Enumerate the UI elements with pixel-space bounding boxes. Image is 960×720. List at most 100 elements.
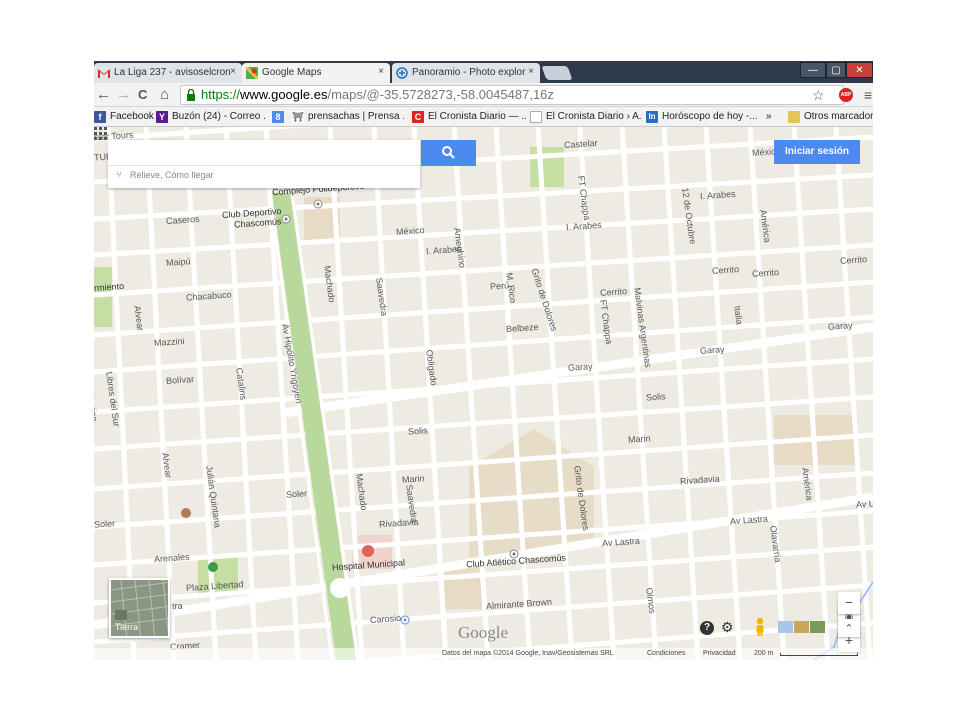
browser-window: La Liga 237 - avisoselcron × Google Maps… bbox=[94, 61, 873, 660]
layer-thumb bbox=[810, 621, 825, 633]
bookmark-prensachas[interactable]: ⛩ prensachas | Prensa ... bbox=[292, 111, 404, 124]
search-input[interactable] bbox=[108, 140, 420, 166]
map-label: Cerrito bbox=[711, 264, 740, 276]
back-icon[interactable]: ← bbox=[96, 86, 111, 104]
map-label: Cerrito bbox=[751, 267, 780, 279]
tab-google-maps[interactable]: Google Maps × bbox=[242, 63, 390, 83]
bookmark-label: prensachas | Prensa ... bbox=[308, 111, 404, 122]
map-label: Soler bbox=[94, 518, 116, 530]
map-label: México bbox=[395, 225, 425, 237]
map-label: Marin bbox=[627, 433, 651, 445]
bookmarks-bar: f Facebook Y Buzón (24) - Correo ... 8 ⛩ pr… bbox=[94, 107, 873, 127]
map-label: Cerrito bbox=[599, 286, 628, 298]
home-icon[interactable]: ⌂ bbox=[160, 86, 169, 104]
bookmark-buzon[interactable]: Y Buzón (24) - Correo ... bbox=[156, 111, 266, 124]
search-hint-link[interactable]: ⑂ Relieve, Cómo llegar bbox=[116, 170, 214, 181]
close-window-button[interactable]: ✕ bbox=[846, 62, 873, 78]
search-hint-text: Relieve, Cómo llegar bbox=[130, 170, 214, 180]
linkedin-icon: In bbox=[646, 111, 658, 123]
help-icon[interactable]: ? bbox=[700, 621, 714, 635]
layer-thumb bbox=[794, 621, 809, 633]
map-label: Maipú bbox=[165, 256, 191, 268]
search-button[interactable] bbox=[421, 140, 476, 166]
bookmark-label: Facebook bbox=[110, 111, 154, 122]
map-label: Carosio bbox=[369, 612, 402, 626]
google-icon: 8 bbox=[272, 111, 284, 123]
tab-label: Google Maps bbox=[262, 67, 322, 78]
pegman-icon[interactable] bbox=[754, 617, 766, 637]
lock-icon bbox=[187, 89, 195, 101]
earth-view-toggle[interactable]: Tierra bbox=[109, 578, 170, 638]
map-label: Garay bbox=[699, 344, 725, 356]
bookmark-label: El Cronista Diario — ... bbox=[428, 111, 526, 122]
minimize-button[interactable]: — bbox=[800, 62, 826, 78]
roundabout bbox=[330, 578, 350, 598]
panoramio-icon bbox=[396, 67, 408, 79]
scale-bar bbox=[780, 653, 858, 656]
bookmark-folder-otros[interactable]: Otros marcadore bbox=[788, 111, 873, 124]
tab-label: La Liga 237 - avisoselcron bbox=[114, 67, 231, 78]
map-roads bbox=[94, 127, 873, 660]
map-label: Cerrito bbox=[839, 254, 868, 266]
close-icon[interactable]: × bbox=[528, 66, 534, 77]
bookmarks-overflow[interactable]: » bbox=[766, 111, 780, 124]
tab-gmail[interactable]: La Liga 237 - avisoselcron × bbox=[94, 63, 242, 83]
earth-label: Tierra bbox=[115, 622, 139, 632]
url-path: /maps/@-35.5728273,-58.0045487,16z bbox=[327, 87, 554, 102]
tab-panoramio[interactable]: Panoramio - Photo explor × bbox=[392, 63, 540, 83]
map-label: Garay bbox=[567, 361, 593, 373]
zoom-out-button[interactable]: − bbox=[838, 592, 860, 614]
map-label: Av L bbox=[855, 498, 873, 510]
map-label: Bolívar bbox=[165, 374, 195, 386]
apps-grid-icon[interactable] bbox=[94, 127, 108, 141]
expand-button[interactable]: ⌃ bbox=[838, 619, 860, 637]
url-scheme: https:// bbox=[201, 87, 241, 102]
bookmark-label: Buzón (24) - Correo ... bbox=[172, 111, 266, 122]
maximize-button[interactable]: ▢ bbox=[826, 62, 846, 78]
tab-bar: La Liga 237 - avisoselcron × Google Maps… bbox=[94, 61, 873, 83]
close-icon[interactable]: × bbox=[230, 66, 236, 77]
chevron-up-icon: ⌃ bbox=[844, 623, 854, 635]
sign-in-button[interactable]: Iniciar sesión bbox=[774, 140, 860, 164]
conditions-link[interactable]: Condiciones bbox=[647, 650, 686, 657]
folder-icon bbox=[788, 111, 800, 123]
browser-toolbar: ← → C ⌂ https://www.google.es/maps/@-35.… bbox=[94, 83, 873, 107]
temple-icon: ⛩ bbox=[292, 111, 304, 123]
yahoo-icon: Y bbox=[156, 111, 168, 123]
map-label: tra bbox=[171, 600, 183, 612]
page-icon bbox=[530, 111, 542, 123]
bookmark-label: Otros marcadore bbox=[804, 111, 873, 122]
privacy-link[interactable]: Privacidad bbox=[703, 650, 736, 657]
maps-icon bbox=[246, 67, 258, 79]
url-host: www.google.es bbox=[240, 87, 328, 102]
map-label: Solis bbox=[645, 391, 666, 403]
map-canvas[interactable]: hier ToursTURCastelarCastelarMéxicoCompl… bbox=[94, 127, 873, 660]
address-bar[interactable]: https://www.google.es/maps/@-35.5728273,… bbox=[180, 85, 844, 105]
reload-icon[interactable]: C bbox=[138, 86, 147, 104]
adblock-icon[interactable]: ABP bbox=[839, 88, 853, 102]
facebook-icon: f bbox=[94, 111, 106, 123]
map-label: Solis bbox=[407, 425, 428, 437]
minus-icon: − bbox=[844, 594, 854, 610]
bookmark-cronista-2[interactable]: El Cronista Diario › A... bbox=[530, 111, 642, 124]
bookmark-cronista-1[interactable]: C El Cronista Diario — ... bbox=[412, 111, 526, 124]
gmail-icon bbox=[98, 69, 110, 78]
bookmark-horoscopo[interactable]: In Horóscopo de hoy -... bbox=[646, 111, 762, 124]
close-icon[interactable]: × bbox=[378, 66, 384, 77]
star-icon[interactable]: ☆ bbox=[812, 86, 825, 104]
layer-thumb bbox=[778, 621, 793, 633]
settings-gear-icon[interactable]: ⚙ bbox=[721, 619, 734, 636]
map-label: rmiento bbox=[94, 280, 125, 294]
map-label: Soler bbox=[285, 488, 308, 500]
menu-icon[interactable]: ≡ bbox=[864, 86, 872, 104]
bookmark-label: El Cronista Diario › A... bbox=[546, 111, 642, 122]
bookmark-google-plus[interactable]: 8 bbox=[272, 111, 288, 124]
bookmark-facebook[interactable]: f Facebook bbox=[94, 111, 154, 124]
map-label: Mazzini bbox=[153, 335, 185, 349]
map-label: Garay bbox=[827, 320, 853, 332]
forward-icon[interactable]: → bbox=[116, 86, 131, 104]
search-panel: ⑂ Relieve, Cómo llegar bbox=[108, 140, 420, 188]
bookmark-label: Horóscopo de hoy -... bbox=[662, 111, 758, 122]
new-tab-button[interactable] bbox=[541, 66, 573, 80]
layers-thumbnails[interactable] bbox=[778, 621, 826, 633]
